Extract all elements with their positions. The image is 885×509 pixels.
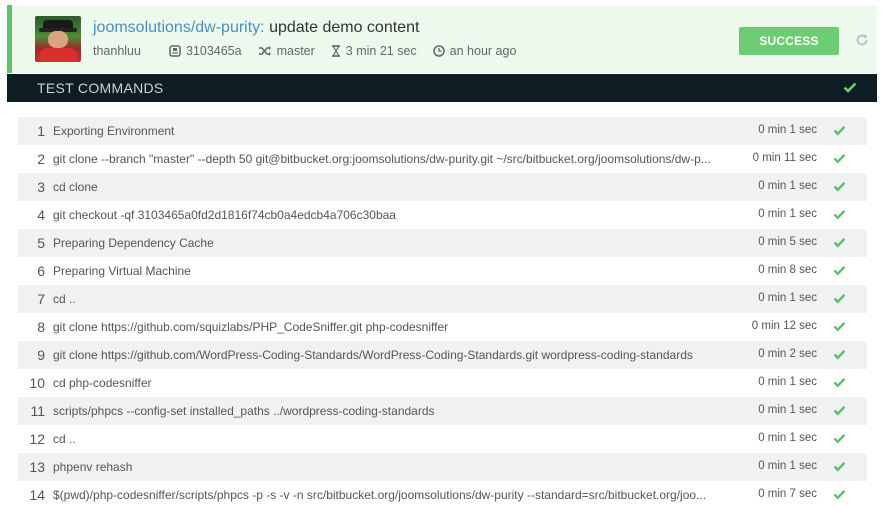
check-icon (833, 293, 846, 304)
command-number: 9 (37, 347, 45, 363)
command-duration: 0 min 12 sec (751, 320, 817, 332)
command-row[interactable]: 4 git checkout -qf 3103465a0fd2d1816f74cb… (18, 201, 867, 229)
command-text: $(pwd)/php-codesniffer/scripts/phpcs -p … (53, 488, 707, 502)
command-duration: 0 min 1 sec (758, 292, 817, 304)
duration-info: 3 min 21 sec (331, 44, 417, 58)
command-row[interactable]: 3 cd clone 0 min 1 sec (18, 173, 867, 201)
command-row[interactable]: 9 git clone https://github.com/WordPress-… (18, 341, 867, 369)
command-text: git clone https://github.com/squizlabs/P… (53, 320, 449, 334)
check-icon (833, 153, 846, 164)
check-icon (833, 377, 846, 388)
command-duration: 0 min 1 sec (758, 124, 817, 136)
check-icon (833, 265, 846, 276)
command-row[interactable]: 11 scripts/phpcs --config-set installed_p… (18, 397, 867, 425)
command-row[interactable]: 5 Preparing Dependency Cache 0 min 5 sec (18, 229, 867, 257)
hourglass-icon (331, 45, 340, 57)
branch-info[interactable]: master (258, 44, 315, 58)
command-duration: 0 min 1 sec (758, 404, 817, 416)
command-text: cd .. (53, 292, 76, 306)
command-number: 12 (29, 431, 45, 447)
shuffle-icon (258, 46, 271, 56)
command-text: cd .. (53, 432, 76, 446)
clock-icon (432, 45, 445, 57)
command-number: 8 (37, 319, 45, 335)
check-icon (833, 125, 846, 136)
refresh-icon[interactable] (855, 33, 869, 47)
check-icon (833, 209, 846, 220)
command-number: 1 (37, 123, 45, 139)
command-text: Preparing Dependency Cache (53, 236, 214, 250)
command-duration: 0 min 1 sec (758, 208, 817, 220)
commit-message: update demo content (269, 19, 420, 36)
command-duration: 0 min 2 sec (758, 348, 817, 360)
command-text: cd php-codesniffer (53, 376, 152, 390)
command-text: phpenv rehash (53, 460, 133, 474)
command-row[interactable]: 8 git clone https://github.com/squizlabs/… (18, 313, 867, 341)
command-list: 1 Exporting Environment 0 min 1 sec 2 git cl… (18, 117, 867, 509)
command-text: git checkout -qf 3103465a0fd2d1816f74cb0… (53, 208, 396, 222)
command-number: 14 (29, 487, 45, 503)
command-number: 5 (37, 235, 45, 251)
command-number: 2 (37, 151, 45, 167)
check-icon (833, 321, 846, 332)
command-row[interactable]: 1 Exporting Environment 0 min 1 sec (18, 117, 867, 145)
command-number: 3 (37, 179, 45, 195)
command-row[interactable]: 14 $(pwd)/php-codesniffer/scripts/phpcs -… (18, 481, 867, 509)
command-text: scripts/phpcs --config-set installed_pat… (53, 404, 435, 418)
command-duration: 0 min 1 sec (758, 432, 817, 444)
time-info: an hour ago (432, 44, 517, 58)
commit-icon (169, 45, 181, 57)
check-icon (833, 405, 846, 416)
check-icon (833, 461, 846, 472)
command-row[interactable]: 7 cd .. 0 min 1 sec (18, 285, 867, 313)
command-duration: 0 min 7 sec (758, 488, 817, 500)
command-number: 10 (29, 375, 45, 391)
command-text: git clone https://github.com/WordPress-C… (53, 348, 693, 362)
command-duration: 0 min 1 sec (758, 376, 817, 388)
command-duration: 0 min 1 sec (758, 460, 817, 472)
command-duration: 0 min 8 sec (758, 264, 817, 276)
commit-info[interactable]: 3103465a (169, 44, 242, 58)
command-duration: 0 min 11 sec (752, 152, 817, 164)
avatar[interactable] (35, 16, 81, 62)
check-icon (833, 181, 846, 192)
command-text: cd clone (53, 180, 98, 194)
repo-link[interactable]: joomsolutions/dw-purity: (93, 19, 265, 36)
command-row[interactable]: 12 cd .. 0 min 1 sec (18, 425, 867, 453)
command-number: 4 (37, 207, 45, 223)
build-duration: 3 min 21 sec (345, 44, 417, 58)
check-icon (843, 82, 857, 93)
command-number: 13 (29, 459, 45, 475)
command-duration: 0 min 1 sec (758, 180, 817, 192)
test-commands-header[interactable]: TEST COMMANDS (7, 74, 877, 102)
check-icon (833, 237, 846, 248)
check-icon (833, 349, 846, 360)
check-icon (833, 433, 846, 444)
commit-hash: 3103465a (185, 44, 242, 58)
time-ago: an hour ago (449, 44, 517, 58)
build-title: joomsolutions/dw-purity: update demo con… (93, 19, 419, 37)
command-row[interactable]: 6 Preparing Virtual Machine 0 min 8 sec (18, 257, 867, 285)
build-header: joomsolutions/dw-purity: update demo con… (7, 5, 877, 73)
command-text: Exporting Environment (53, 124, 175, 138)
command-text: git clone --branch "master" --depth 50 g… (53, 152, 711, 166)
command-number: 6 (37, 263, 45, 279)
command-duration: 0 min 5 sec (758, 236, 817, 248)
command-number: 11 (30, 403, 45, 419)
branch-name: master (276, 44, 315, 58)
build-meta: thanhluu 3103465a master 3 min 21 sec an… (93, 44, 532, 58)
command-row[interactable]: 10 cd php-codesniffer 0 min 1 sec (18, 369, 867, 397)
command-row[interactable]: 2 git clone --branch "master" --depth 50 … (18, 145, 867, 173)
author-name[interactable]: thanhluu (93, 44, 141, 58)
status-success-button[interactable]: SUCCESS (739, 27, 839, 55)
command-number: 7 (37, 291, 45, 307)
check-icon (833, 489, 846, 500)
command-row[interactable]: 13 phpenv rehash 0 min 1 sec (18, 453, 867, 481)
section-title: TEST COMMANDS (37, 80, 164, 96)
command-text: Preparing Virtual Machine (53, 264, 191, 278)
